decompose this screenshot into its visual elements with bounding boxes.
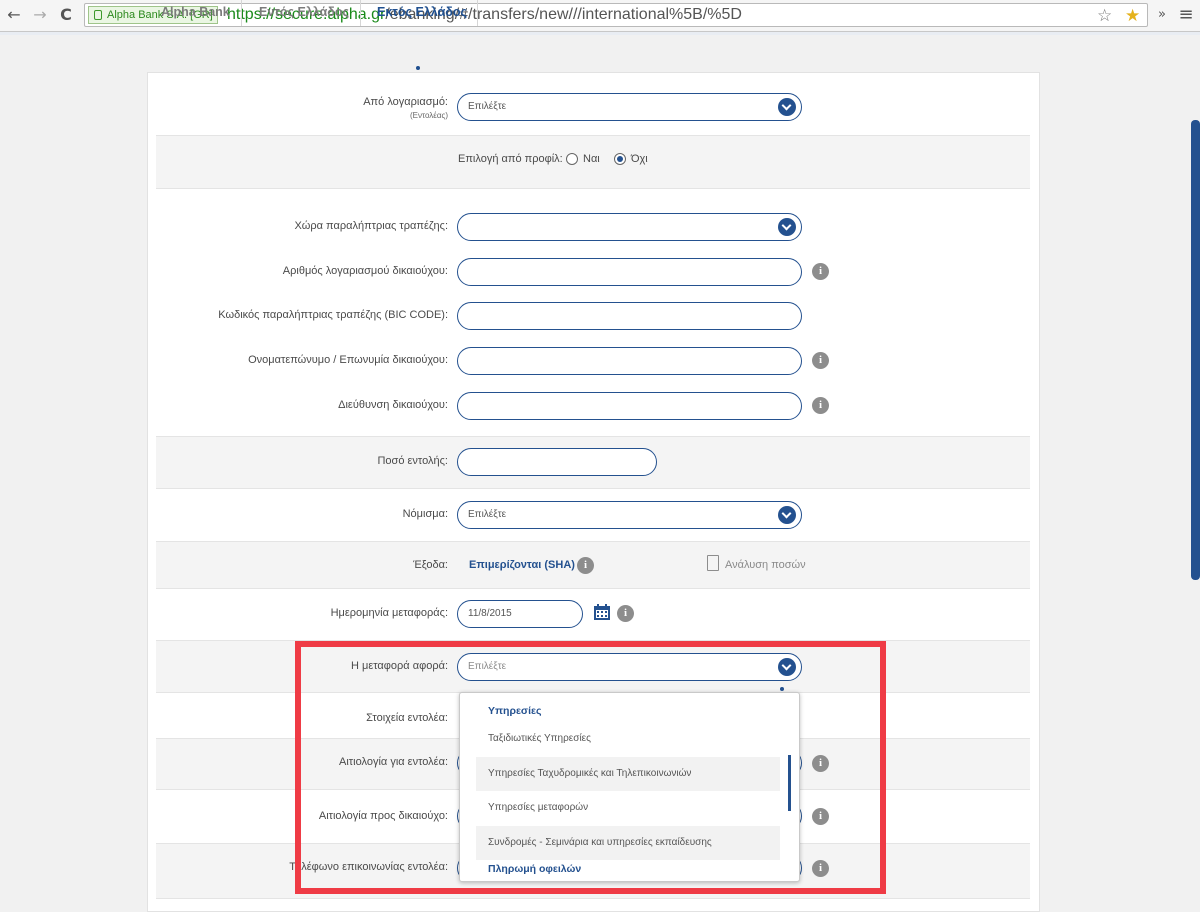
forward-icon[interactable]: → [30,5,50,25]
from-account-select[interactable]: Επιλέξτε [457,93,802,121]
profile-no-radio[interactable] [614,153,626,165]
menu-icon[interactable]: ≡ [1176,5,1196,25]
reload-icon[interactable]: C [56,5,76,25]
date-input[interactable]: 11/8/2015 [457,600,583,628]
document-icon[interactable] [707,555,719,571]
bic-label: Κωδικός παραλήπτριας τραπέζης (BIC CODE)… [218,309,448,321]
from-account-label: Από λογαριασμό: [363,96,448,108]
info-icon[interactable]: i [577,557,594,574]
date-value: 11/8/2015 [468,608,512,619]
tab-within-greece[interactable]: Εντός Ελλάδος [242,0,361,26]
country-label: Χώρα παραλήπτριας τραπέζης: [294,220,448,232]
beneficiary-name-label: Ονοματεπώνυμο / Επωνυμία δικαιούχου: [248,354,448,366]
currency-value: Επιλέξτε [468,509,507,520]
profile-yes-label: Ναι [583,153,600,165]
back-icon[interactable]: ← [4,5,24,25]
account-number-input[interactable] [457,258,802,286]
from-account-value: Επιλέξτε [468,101,507,112]
country-select[interactable] [457,213,802,241]
beneficiary-address-input[interactable] [457,392,802,420]
highlight-annotation [295,641,886,894]
page-scrollbar[interactable] [1191,120,1200,580]
amount-input[interactable] [457,448,657,476]
currency-label: Νόμισμα: [402,508,448,520]
charges-value: Επιμερίζονται (SHA) [469,559,575,571]
profile-yes-radio[interactable] [566,153,578,165]
extensions-overflow-icon[interactable]: » [1152,5,1172,25]
account-number-label: Αριθμός λογαριασμού δικαιούχου: [282,265,448,277]
tab-alpha-bank[interactable]: Alpha Bank [147,0,242,26]
beneficiary-address-label: Διεύθυνση δικαιούχου: [338,399,448,411]
calendar-icon[interactable] [593,604,611,621]
info-icon[interactable]: i [812,397,829,414]
currency-select[interactable]: Επιλέξτε [457,501,802,529]
amount-analysis-link[interactable]: Ανάλυση ποσών [725,559,806,571]
favorites-star-icon[interactable]: ★ [1125,6,1140,26]
bic-input[interactable] [457,302,802,330]
from-account-sublabel: (Εντολέας) [409,111,448,120]
profile-label: Επιλογή από προφίλ: [458,153,563,165]
tab-outside-greece[interactable]: Εκτός Ελλάδος [361,0,478,26]
bookmark-star-icon[interactable]: ☆ [1097,6,1112,26]
info-icon[interactable]: i [617,605,634,622]
beneficiary-name-input[interactable] [457,347,802,375]
info-icon[interactable]: i [812,352,829,369]
chevron-down-icon [778,98,796,116]
active-tab-indicator [416,66,420,70]
header-strip [0,32,1200,35]
date-label: Ημερομηνία μεταφοράς: [330,607,448,619]
lock-icon [94,10,102,20]
amount-label: Ποσό εντολής: [377,455,448,467]
chevron-down-icon [778,218,796,236]
info-icon[interactable]: i [812,263,829,280]
chevron-down-icon [778,506,796,524]
profile-no-label: Όχι [631,153,648,165]
charges-label: Έξοδα: [413,559,448,571]
